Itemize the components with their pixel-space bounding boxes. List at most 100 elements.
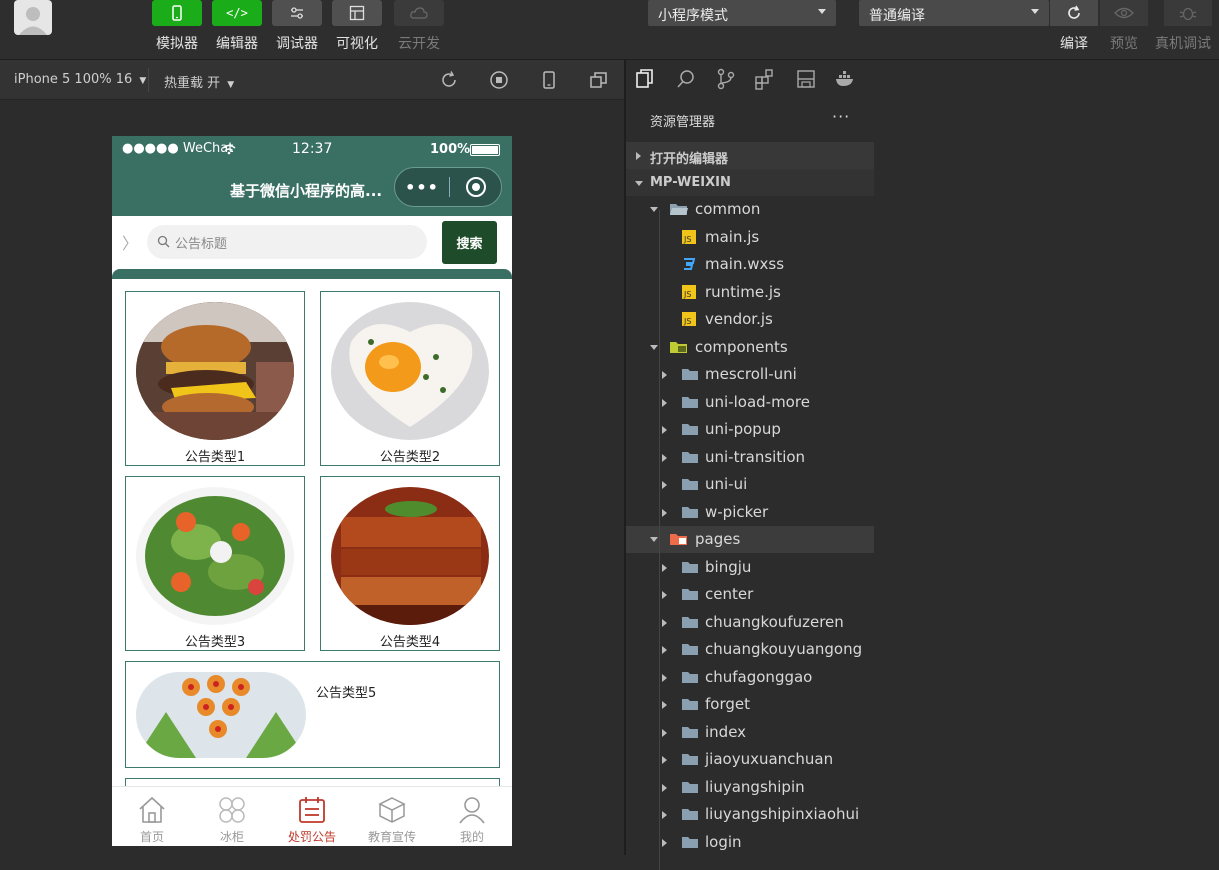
caret-down-icon: ▼ [139, 76, 147, 86]
tab-mine[interactable]: 我的 [432, 787, 512, 846]
chevron-right-icon [636, 152, 641, 160]
tree-item-label: chufagonggao [705, 667, 813, 686]
chevron-right-icon [662, 756, 667, 764]
folder-item-index[interactable]: index [626, 719, 874, 746]
phone-icon [172, 5, 182, 21]
hot-reload-select[interactable]: 热重载 开 ▼ [164, 72, 234, 91]
open-editors-section[interactable]: 打开的编辑器 [626, 142, 874, 169]
tab-freezer[interactable]: 冰柜 [192, 787, 272, 846]
notice-card-2[interactable]: 公告类型2 [320, 291, 500, 466]
css-file-icon [682, 257, 696, 275]
file-explorer: 资源管理器 ··· 打开的编辑器 MP-WEIXIN common JS main.… [626, 60, 874, 870]
search-button[interactable]: 搜索 [442, 221, 497, 264]
folder-icon [681, 450, 699, 468]
file-item-vendor-js[interactable]: JS vendor.js [626, 306, 874, 333]
folder-item-uni-transition[interactable]: uni-transition [626, 444, 874, 471]
folder-item-uni-popup[interactable]: uni-popup [626, 416, 874, 443]
home-icon [139, 796, 165, 823]
cloud-icon [410, 7, 428, 19]
mode-select[interactable]: 小程序模式 [648, 0, 836, 26]
reload-icon[interactable] [439, 70, 459, 90]
compile-button[interactable] [1050, 0, 1098, 26]
svg-text:JS: JS [683, 290, 691, 299]
folder-item-jiaoyuxuanchuan[interactable]: jiaoyuxuanchuan [626, 746, 874, 773]
save-icon[interactable] [795, 68, 817, 90]
project-section[interactable]: MP-WEIXIN [626, 169, 874, 196]
folder-item-uni-ui[interactable]: uni-ui [626, 471, 874, 498]
folder-item-login[interactable]: login [626, 829, 874, 856]
files-icon[interactable] [634, 68, 656, 90]
indent-guide [659, 210, 660, 870]
capsule-divider [449, 177, 450, 197]
folder-item-w-picker[interactable]: w-picker [626, 499, 874, 526]
folder-item-chuangkoufuzeren[interactable]: chuangkoufuzeren [626, 609, 874, 636]
cloud-dev-button[interactable] [394, 0, 444, 26]
debugger-toggle-button[interactable] [272, 0, 322, 26]
file-tree: common JS main.js main.wxss JS runtime.js JS ve… [626, 196, 874, 870]
tab-label: 冰柜 [219, 830, 244, 844]
search-input[interactable]: 公告标题 [147, 225, 427, 259]
folder-item-pages[interactable]: pages [626, 526, 874, 553]
notice-card-1[interactable]: 公告类型1 [125, 291, 305, 466]
folder-item-components[interactable]: components [626, 334, 874, 361]
folder-item-chufagonggao[interactable]: chufagonggao [626, 664, 874, 691]
user-avatar[interactable] [14, 0, 52, 35]
folder-icon [681, 587, 699, 605]
notice-card-5[interactable]: 公告类型5 [125, 661, 500, 768]
battery-text: 100% [430, 142, 471, 157]
file-item-main-wxss[interactable]: main.wxss [626, 251, 874, 278]
tree-item-label: uni-popup [705, 420, 781, 438]
tree-item-label: runtime.js [705, 282, 781, 301]
folder-item-center[interactable]: center [626, 581, 874, 608]
more-dots-icon[interactable]: ••• [395, 178, 449, 197]
folder-icon [681, 725, 699, 743]
device-select[interactable]: iPhone 5 100% 16 ▼ [14, 72, 146, 87]
folder-item-bingju[interactable]: bingju [626, 554, 874, 581]
folder-item-chuangkouyuangong[interactable]: chuangkouyuangong [626, 636, 874, 663]
file-item-runtime-js[interactable]: JS runtime.js [626, 279, 874, 306]
tree-item-label: liuyangshipin [705, 777, 805, 796]
content-header-strip [112, 269, 512, 279]
debugger-label: 调试器 [276, 36, 318, 52]
more-actions-button[interactable]: ··· [832, 107, 850, 126]
tab-penalty-notice[interactable]: 处罚公告 [272, 787, 352, 846]
tab-label: 首页 [139, 830, 164, 844]
preview-button[interactable] [1100, 0, 1148, 26]
folder-item-liuyangshipinxiaohui[interactable]: liuyangshipinxiaohui [626, 801, 874, 828]
folder-item-mescroll-uni[interactable]: mescroll-uni [626, 361, 874, 388]
extensions-icon[interactable] [754, 68, 776, 90]
svg-text:JS: JS [683, 235, 691, 244]
editor-toggle-button[interactable]: </> [212, 0, 262, 26]
folder-icon [681, 642, 699, 660]
simulator-toggle-button[interactable] [152, 0, 202, 26]
remote-debug-button[interactable] [1164, 0, 1212, 26]
folder-icon [681, 615, 699, 633]
docker-icon[interactable] [834, 68, 856, 90]
tab-label: 我的 [459, 830, 484, 844]
folder-item-common[interactable]: common [626, 196, 874, 223]
notice-card-4[interactable]: 公告类型4 [320, 476, 500, 651]
folder-item-liuyangshipin[interactable]: liuyangshipin [626, 774, 874, 801]
file-item-main-js[interactable]: JS main.js [626, 224, 874, 251]
refresh-icon [1068, 5, 1080, 19]
capsule-menu[interactable]: ••• [394, 167, 502, 207]
device-icon[interactable] [539, 70, 559, 90]
chevron-right-icon [662, 508, 667, 517]
visual-toggle-button[interactable] [332, 0, 382, 26]
detach-window-icon[interactable] [589, 70, 609, 90]
folder-item-uni-load-more[interactable]: uni-load-more [626, 389, 874, 416]
search-icon[interactable] [675, 68, 697, 90]
tree-item-label: uni-transition [705, 447, 806, 466]
source-control-icon[interactable] [715, 68, 737, 90]
folder-item-forget[interactable]: forget [626, 691, 874, 718]
stop-icon[interactable] [489, 70, 509, 90]
chevron-right-icon [662, 453, 667, 462]
chevron-right-icon[interactable]: 〉 [122, 230, 138, 254]
close-target-icon[interactable] [466, 177, 486, 197]
tab-home[interactable]: 首页 [112, 787, 192, 846]
compile-select[interactable]: 普通编译 [859, 0, 1049, 26]
visual-label: 可视化 [336, 36, 378, 52]
tab-education[interactable]: 教育宣传 [352, 787, 432, 846]
tree-item-label: index [705, 722, 747, 741]
notice-card-3[interactable]: 公告类型3 [125, 476, 305, 651]
